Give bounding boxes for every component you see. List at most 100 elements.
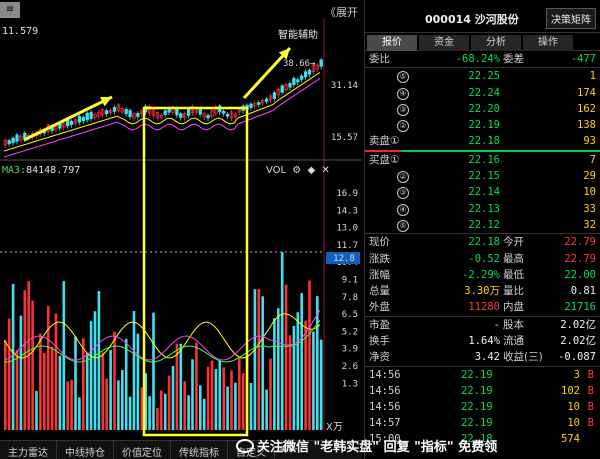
fund-value: - <box>493 318 500 331</box>
sell-level-label: ⑤ <box>369 68 409 84</box>
volume-bar <box>39 333 42 430</box>
volume-axis-label: 1.3 <box>342 379 358 389</box>
tab-funds[interactable]: 资金 <box>419 35 469 51</box>
volume-bar <box>312 331 315 430</box>
tick-trade-list[interactable]: 14:56 22.19 3 B 14:56 22.19 102 B 14:56 22.19 10 B 1… <box>365 367 600 447</box>
buy-level-volume: 10 <box>583 186 596 199</box>
volume-axis-label: 3.9 <box>342 345 358 355</box>
volume-axis-label: 14.3 <box>336 206 358 216</box>
volume-bar <box>11 283 15 430</box>
stats-label: 最低 <box>503 268 524 281</box>
buy-level-row[interactable]: ⑤ 22.12 32 <box>365 217 600 233</box>
volume-bar <box>187 395 190 430</box>
buy-level-number: ② <box>397 171 409 184</box>
expand-button[interactable]: 《展开 <box>325 4 358 20</box>
sell-level-row[interactable]: ② 22.19 138 <box>365 117 600 133</box>
stats-value: -0.52 <box>468 252 500 265</box>
sell-level-label: ③ <box>369 101 409 117</box>
buy-level-volume: 32 <box>583 218 596 231</box>
wechat-icon <box>236 439 254 453</box>
volume-bar <box>171 366 175 430</box>
volume-bar <box>202 398 206 430</box>
buy-level-row[interactable]: ④ 22.13 33 <box>365 201 600 217</box>
fund-value: -0.087 <box>558 351 596 364</box>
trade-time: 14:57 <box>369 416 401 429</box>
trade-volume: 10 <box>567 400 580 413</box>
tab-operation[interactable]: 操作 <box>523 35 573 51</box>
volume-bar <box>163 393 167 430</box>
tab-analysis[interactable]: 分析 <box>471 35 521 51</box>
volume-bar <box>132 311 136 430</box>
trade-row[interactable]: 14:57 22.19 10 B <box>365 415 600 431</box>
ratio-value: -68.24% <box>455 53 500 65</box>
candle-body <box>124 108 128 115</box>
diamond-icon[interactable]: ◆ <box>307 165 315 176</box>
stats-value: 22.79 <box>564 252 596 265</box>
trade-price: 22.19 <box>461 416 493 429</box>
candle-body <box>15 134 19 142</box>
volume-bar <box>241 373 245 430</box>
trade-price: 22.19 <box>461 368 493 381</box>
volume-bar <box>222 367 225 430</box>
candle-body <box>280 85 284 93</box>
sell-level-row[interactable]: ⑤ 22.25 1 <box>365 68 600 84</box>
tab-midline-holding[interactable]: 中线持仓 <box>57 441 114 459</box>
volume-bar <box>136 333 140 430</box>
volume-bar <box>183 381 186 430</box>
sell-level-number: ② <box>397 120 409 133</box>
sell-level-row[interactable]: ④ 22.24 174 <box>365 85 600 101</box>
decision-matrix-button[interactable]: 决策矩阵 <box>546 8 596 29</box>
candle-body <box>206 114 210 119</box>
sell-level-price: 22.19 <box>468 119 500 132</box>
kline-chart-area[interactable]: 31.1415.5716.914.313.011.710.49.17.86.55… <box>0 0 362 440</box>
sell-level-row[interactable]: 卖盘① 22.18 93 <box>365 133 600 149</box>
volume-axis-label: 11.7 <box>336 241 358 251</box>
candle-body <box>303 71 308 78</box>
buy-order-book: 买盘① 22.16 7 ② 22.15 29 ③ 22.14 10 ④ 22.13 33 ⑤ 22.12 3… <box>365 152 600 233</box>
volume-bar <box>117 380 120 430</box>
sell-level-row[interactable]: ③ 22.20 162 <box>365 101 600 117</box>
volume-axis-label: 9.1 <box>342 276 358 286</box>
volume-bar <box>31 300 34 430</box>
volume-bar <box>128 396 132 430</box>
volume-bar <box>288 335 292 430</box>
candle-body <box>307 69 312 75</box>
candle-body <box>7 140 11 145</box>
volume-bar <box>226 386 229 430</box>
candle-body <box>249 103 253 108</box>
candle-body <box>222 110 226 114</box>
trade-row[interactable]: 14:56 22.19 10 B <box>365 399 600 415</box>
tab-traditional-indicators[interactable]: 传统指标 <box>171 441 228 459</box>
stats-value: -2.29% <box>462 268 500 281</box>
close-icon[interactable]: ✕ <box>321 165 329 176</box>
volume-bar <box>156 407 159 430</box>
volume-bar <box>93 311 97 430</box>
candle-body <box>128 110 132 118</box>
fundamental-stats: 市盈 - 股本 2.02亿 换手 1.64% 流通 2.02亿 净资 3.42 收益(三) -0.08… <box>365 317 600 366</box>
kline-chart-canvas[interactable]: 31.1415.5716.914.313.011.710.49.17.86.55… <box>0 0 362 440</box>
sell-level-volume: 138 <box>577 119 596 132</box>
volume-bar <box>292 325 296 430</box>
volume-bar <box>191 359 194 430</box>
menu-icon[interactable]: ≡ <box>0 2 20 18</box>
volume-indicator-label[interactable]: VOL <box>266 165 286 176</box>
smart-assist-button[interactable]: 智能辅助 <box>278 26 318 41</box>
buy-level-row[interactable]: ② 22.15 29 <box>365 168 600 184</box>
volume-bar <box>257 289 261 430</box>
sell-order-book: ⑤ 22.25 1 ④ 22.24 174 ③ 22.20 162 ② 22.19 138 卖盘① 22.… <box>365 68 600 149</box>
trade-row[interactable]: 14:56 22.19 102 B <box>365 383 600 399</box>
volume-bar <box>70 379 73 430</box>
buy-level-row[interactable]: 买盘① 22.16 7 <box>365 152 600 168</box>
sell-level-volume: 174 <box>577 86 596 99</box>
buy-level-row[interactable]: ③ 22.14 10 <box>365 184 600 200</box>
tab-value-position[interactable]: 价值定位 <box>114 441 171 459</box>
volume-bar <box>66 381 69 430</box>
volume-bar <box>58 355 62 430</box>
gear-icon[interactable]: ⚙ <box>292 165 301 176</box>
trade-price: 22.19 <box>461 400 493 413</box>
volume-bar <box>15 350 19 430</box>
trade-row[interactable]: 14:56 22.19 3 B <box>365 367 600 383</box>
tab-main-radar[interactable]: 主力雷达 <box>0 441 57 459</box>
stats-value: 21716 <box>564 301 596 314</box>
tab-quote[interactable]: 报价 <box>367 35 417 51</box>
